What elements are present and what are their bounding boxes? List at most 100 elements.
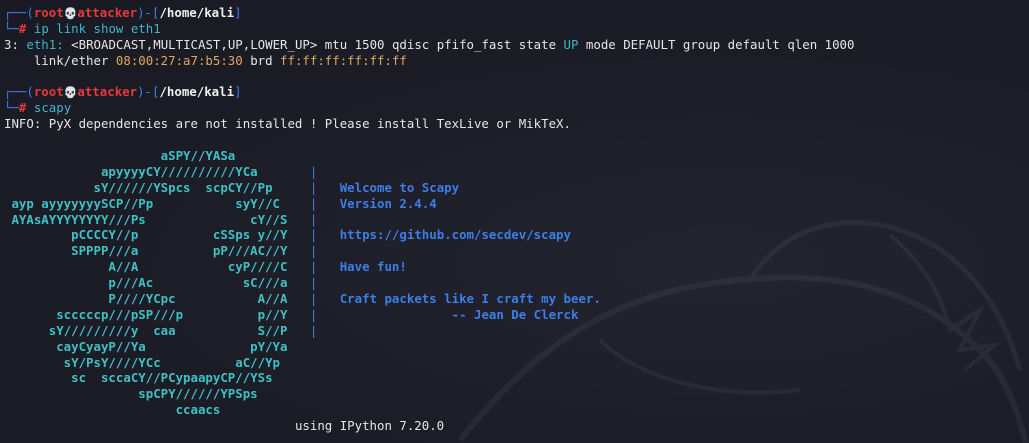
- banner-text-line: Have fun!: [339, 259, 407, 275]
- banner-divider: |: [309, 179, 340, 195]
- banner-pad: [287, 323, 309, 338]
- banner-pad: [273, 180, 310, 195]
- skull-icon: 💀: [63, 7, 78, 20]
- banner-art-line: SPPPP///a pP///AC//Y: [4, 243, 288, 259]
- prompt-user: root: [33, 5, 64, 20]
- banner-row: spCPY//////YPSps: [4, 386, 1029, 402]
- prompt-user: root: [33, 84, 64, 100]
- iface-name: eth1:: [26, 36, 64, 52]
- banner-pad: [280, 196, 310, 211]
- iface-flags: <BROADCAST,MULTICAST,UP,LOWER_UP> mtu 15…: [71, 36, 564, 52]
- banner-row: sc sccaCY//PCypaapyCP//YSs: [4, 370, 1029, 386]
- banner-art-line: apyyyyCY//////////YCa: [4, 163, 258, 179]
- banner-art-line: ayp ayyyyyyySCP//Pp syY//C: [4, 195, 281, 211]
- command-text: ip link show eth1: [33, 20, 161, 36]
- ipython-line: using IPython 7.20.0: [4, 418, 1029, 434]
- terminal-output: ┌──(root💀attacker)-[/home/kali] └─# ip l…: [4, 5, 1029, 434]
- banner-row: ayp ayyyyyyySCP//Pp syY//C | Version 2.4…: [4, 196, 1029, 212]
- banner-divider: |: [309, 227, 340, 243]
- output-line: 3: eth1: <BROADCAST,MULTICAST,UP,LOWER_U…: [4, 37, 1029, 53]
- banner-row: aSPY//YASa: [4, 148, 1029, 164]
- banner-art-line: aSPY//YASa: [4, 148, 236, 164]
- banner-pad: [287, 339, 309, 354]
- banner-row: sY/PsY////YCc aC//Yp: [4, 355, 1029, 371]
- banner-row: scccccp///pSP///p p//Y | -- Jean De Cler…: [4, 307, 1029, 323]
- banner-art-line: cayCyayP//Ya pY/Ya: [4, 338, 288, 354]
- banner-art-line: pCCCCY//p cSSps y//Y: [4, 227, 288, 243]
- iface-index: 3:: [4, 36, 19, 52]
- banner-row: A//A cyP////C | Have fun!: [4, 259, 1029, 275]
- prompt-host: attacker: [77, 84, 138, 100]
- banner-text-line: https://github.com/secdev/scapy: [339, 227, 571, 243]
- skull-icon: 💀: [63, 86, 78, 100]
- banner-pad: [235, 148, 310, 163]
- banner-art-line: scccccp///pSP///p p//Y: [4, 306, 288, 322]
- link-prefix: link/ether: [4, 52, 116, 68]
- iface-state: UP: [563, 36, 579, 52]
- banner-pad: [287, 212, 309, 227]
- prompt-line: ┌──(root💀attacker)-[/home/kali]: [4, 5, 242, 20]
- banner-row: cayCyayP//Ya pY/Ya: [4, 339, 1029, 355]
- banner-row: apyyyyCY//////////YCa |: [4, 164, 1029, 180]
- banner-art-line: AYAsAYYYYYYYY///Ps cY//S: [4, 211, 288, 227]
- banner-art-line: A//A cyP////C: [4, 259, 288, 275]
- banner-divider: |: [309, 259, 340, 275]
- banner-pad: [287, 275, 309, 290]
- banner-text-line: Craft packets like I craft my beer.: [339, 291, 601, 307]
- info-line: INFO: PyX dependencies are not installed…: [4, 116, 571, 132]
- banner-art-line: sc sccaCY//PCypaapyCP//YSs: [4, 370, 273, 386]
- banner-art-line: sY//////YSpcs scpCY//Pp: [4, 179, 273, 195]
- banner-row: p///Ac sC///a |: [4, 275, 1029, 291]
- banner-pad: [280, 355, 310, 370]
- output-line: link/ether 08:00:27:a7:b5:30 brd ff:ff:f…: [4, 53, 1029, 69]
- banner-divider: |: [309, 322, 340, 338]
- banner-divider: |: [309, 291, 340, 307]
- command-line: └─# ip link show eth1: [4, 20, 161, 36]
- banner-pad: [273, 370, 310, 385]
- iface-rest: mode DEFAULT group default qlen 1000: [578, 36, 855, 52]
- banner-divider: |: [309, 211, 340, 227]
- banner-text-line: -- Jean De Clerck: [339, 306, 579, 322]
- banner-divider: |: [309, 195, 340, 211]
- banner-art-line: ccaacs: [4, 402, 221, 418]
- command-text: scapy: [33, 100, 72, 116]
- banner-art-line: sY/////////y caa S//P: [4, 322, 288, 338]
- prompt-path: /home/kali: [159, 84, 235, 100]
- banner-row: SPPPP///a pP///AC//Y |: [4, 243, 1029, 259]
- banner-pad: [258, 386, 310, 401]
- terminal-window[interactable]: ┌──(root💀attacker)-[/home/kali] └─# ip l…: [0, 0, 1029, 443]
- brd-address: ff:ff:ff:ff:ff:ff: [280, 52, 407, 68]
- command-line: └─# scapy: [4, 100, 72, 116]
- banner-divider: |: [309, 275, 340, 291]
- banner-divider: |: [309, 243, 340, 259]
- banner-art-line: spCPY//////YPSps: [4, 386, 258, 402]
- banner-row: sY/////////y caa S//P |: [4, 323, 1029, 339]
- banner-pad: [287, 227, 309, 242]
- banner-row: sY//////YSpcs scpCY//Pp | Welcome to Sca…: [4, 180, 1029, 196]
- banner-art-line: sY/PsY////YCc aC//Yp: [4, 354, 281, 370]
- banner-pad: [287, 243, 309, 258]
- banner-row: ccaacs: [4, 402, 1029, 418]
- banner-art-line: P////YCpc A//A: [4, 291, 288, 307]
- banner-pad: [220, 402, 310, 417]
- banner-pad: [287, 259, 309, 274]
- banner-row: AYAsAYYYYYYYY///Ps cY//S |: [4, 212, 1029, 228]
- banner-row: pCCCCY//p cSSps y//Y | https://github.co…: [4, 227, 1029, 243]
- banner-divider: |: [309, 306, 340, 322]
- banner-text-line: Welcome to Scapy: [339, 179, 460, 195]
- banner-art-line: p///Ac sC///a: [4, 275, 288, 291]
- banner-text-line: Version 2.4.4: [339, 195, 437, 211]
- ipython-text: using IPython 7.20.0: [294, 418, 445, 434]
- prompt-host: attacker: [77, 5, 138, 20]
- brd-label: brd: [242, 52, 281, 68]
- prompt-path: /home/kali: [159, 5, 235, 20]
- banner-pad: [287, 307, 309, 322]
- banner-pad: [258, 164, 310, 179]
- mac-address: 08:00:27:a7:b5:30: [115, 52, 243, 68]
- prompt-line: ┌──(root💀attacker)-[/home/kali]: [4, 84, 242, 100]
- banner-row: P////YCpc A//A | Craft packets like I cr…: [4, 291, 1029, 307]
- banner-pad: [287, 291, 309, 306]
- banner-divider: |: [309, 163, 340, 179]
